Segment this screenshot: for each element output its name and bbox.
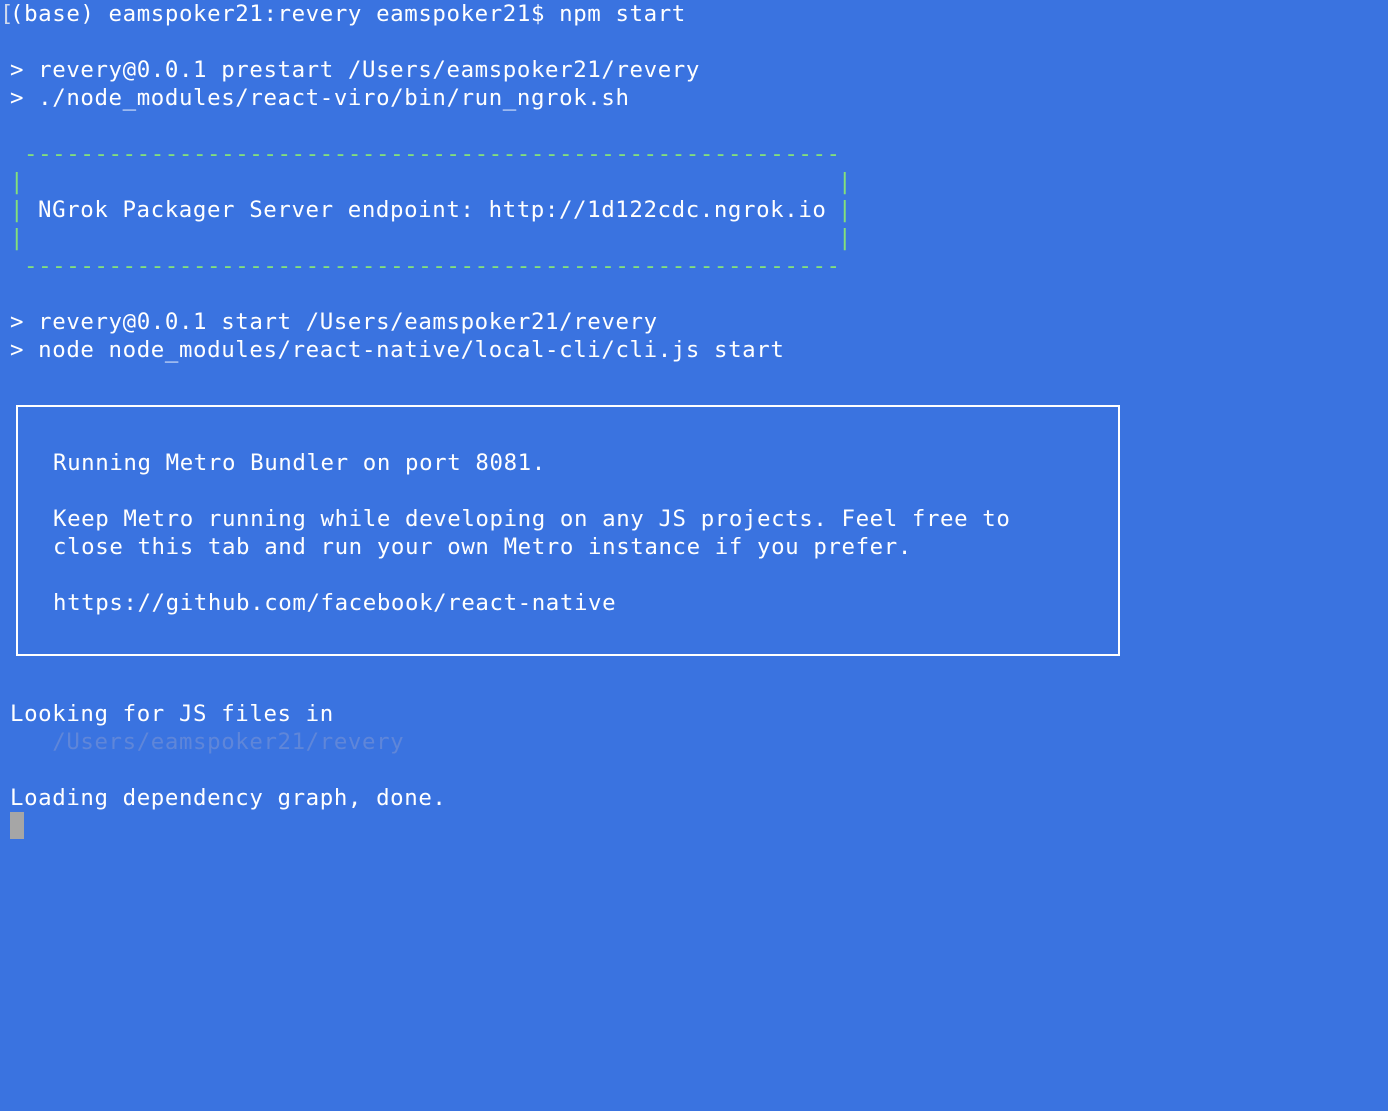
ngrok-left-bar: | (10, 197, 24, 223)
ngrok-bottom-border: ----------------------------------------… (24, 253, 836, 279)
metro-port-text: Running Metro Bundler on port 8081. (53, 450, 546, 476)
text-cursor[interactable] (10, 812, 24, 839)
looking-line: Looking for JS files in (10, 701, 334, 727)
start-command: > node node_modules/react-native/local-c… (10, 337, 785, 363)
looking-path: /Users/eamspoker21/revery (10, 729, 405, 755)
metro-bundler-box: Running Metro Bundler on port 8081. Keep… (16, 405, 1120, 656)
ngrok-top-border: ----------------------------------------… (24, 141, 836, 167)
prestart-command: > ./node_modules/react-viro/bin/run_ngro… (10, 85, 630, 111)
metro-info-text: Keep Metro running while developing on a… (53, 506, 1011, 532)
terminal-window[interactable]: [ (base) eamspoker21:revery eamspoker21$… (0, 0, 1388, 1111)
prompt-line: (base) eamspoker21:revery eamspoker21$ n… (10, 1, 686, 27)
ngrok-right-bar: | (838, 225, 852, 251)
ngrok-left-bar: | (10, 225, 24, 251)
ngrok-left-bar: | (10, 169, 24, 195)
start-line: > revery@0.0.1 start /Users/eamspoker21/… (10, 309, 658, 335)
metro-info-text-2: close this tab and run your own Metro in… (53, 534, 912, 560)
prestart-line: > revery@0.0.1 prestart /Users/eamspoker… (10, 57, 700, 83)
metro-link[interactable]: https://github.com/facebook/react-native (53, 589, 616, 617)
ngrok-endpoint-text: NGrok Packager Server endpoint: http://1… (38, 197, 827, 223)
ngrok-endpoint-box: ----------------------------------------… (10, 140, 852, 280)
loading-line: Loading dependency graph, done. (10, 785, 447, 811)
ngrok-right-bar: | (838, 169, 852, 195)
ngrok-right-bar: | (838, 197, 852, 223)
